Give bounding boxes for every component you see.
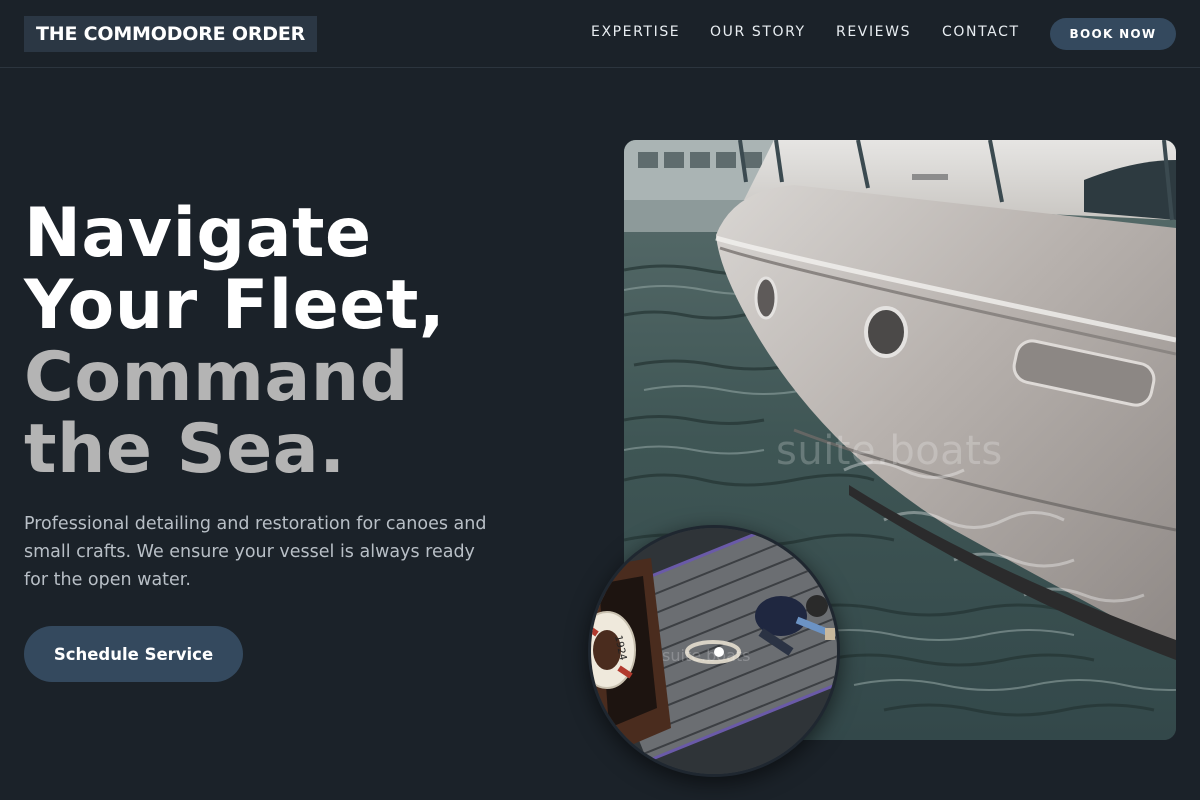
inset-watermark: suite.boats <box>662 646 751 665</box>
nav-link-contact[interactable]: CONTACT <box>942 24 1020 40</box>
brand-logo[interactable]: THE COMMODORE ORDER <box>24 16 318 52</box>
headline-line-4: the Sea. <box>24 410 346 489</box>
hero-description: Professional detailing and restoration f… <box>24 514 487 590</box>
top-navigation: THE COMMODORE ORDER EXPERTISE OUR STORY … <box>0 0 1200 68</box>
nav-link-expertise[interactable]: EXPERTISE <box>591 24 680 40</box>
book-now-button[interactable]: BOOK NOW <box>1050 18 1176 50</box>
nav-link-reviews[interactable]: REVIEWS <box>836 24 911 40</box>
headline-line-3: Command <box>24 338 409 417</box>
schedule-service-button[interactable]: Schedule Service <box>24 626 243 682</box>
nav-link-our-story[interactable]: OUR STORY <box>710 24 806 40</box>
photo-watermark: suite.boats <box>776 428 1003 474</box>
hero-headline: Navigate Your Fleet, Command the Sea. <box>24 198 445 486</box>
headline-line-1: Navigate <box>24 194 372 273</box>
headline-line-2: Your Fleet, <box>24 266 446 345</box>
